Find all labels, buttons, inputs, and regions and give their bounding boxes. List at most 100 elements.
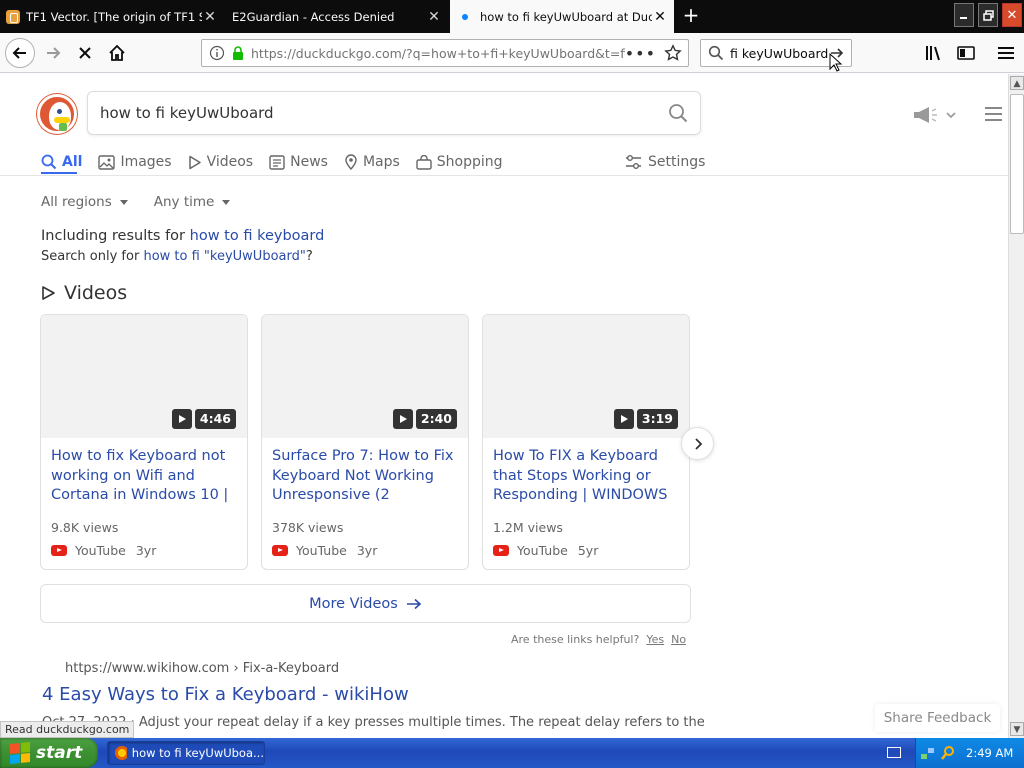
tab-title: how to fi keyUwUboard at DuckDu <box>480 9 652 24</box>
share-feedback-button[interactable]: Share Feedback <box>875 704 1000 732</box>
scroll-thumb[interactable] <box>1010 94 1024 234</box>
arrow-right-icon <box>406 598 422 610</box>
start-button[interactable]: start <box>0 738 98 768</box>
app-menu-button[interactable] <box>995 42 1017 64</box>
video-thumbnail[interactable]: 2:40 <box>262 315 468 438</box>
chevron-right-icon <box>694 437 702 450</box>
videos-section-heading[interactable]: Videos <box>41 282 127 304</box>
new-tab-button[interactable]: + <box>680 4 702 28</box>
url-bar[interactable]: https://duckduckgo.com/?q=how+to+fi+keyU… <box>201 39 689 67</box>
serp-search-input[interactable]: how to fi keyUwUboard <box>100 104 274 122</box>
video-title-link[interactable]: Surface Pro 7: How to Fix Keyboard Not W… <box>272 447 462 506</box>
tab-title: TF1 Vector. [The origin of TF1 She <box>26 9 202 24</box>
restore-button[interactable] <box>978 3 998 27</box>
hamburger-menu-icon <box>998 47 1014 59</box>
tab-maps[interactable]: Maps <box>344 149 400 175</box>
keyboard-icon[interactable] <box>887 747 901 758</box>
settings-button[interactable]: Settings <box>625 149 705 175</box>
close-tab-icon[interactable]: ✕ <box>652 9 668 25</box>
video-thumbnail[interactable]: 3:19 <box>483 315 689 438</box>
video-views: 9.8K views <box>51 520 119 535</box>
flag-green <box>20 741 30 753</box>
minimize-button[interactable] <box>954 3 974 27</box>
more-videos-label: More Videos <box>309 595 398 612</box>
region-filter-dropdown[interactable]: All regions <box>41 194 128 210</box>
time-filter-dropdown[interactable]: Any time <box>154 194 231 210</box>
tab-shopping[interactable]: Shopping <box>416 149 503 175</box>
duckduckgo-logo[interactable] <box>37 94 77 134</box>
browser-search-input[interactable]: fi keyUwUboard <box>730 46 829 61</box>
tab-label: Maps <box>362 154 400 170</box>
video-thumbnail[interactable]: 4:46 <box>41 315 247 438</box>
video-source-name: YouTube <box>296 543 347 558</box>
announcements-menu[interactable] <box>912 106 956 124</box>
bookmark-star-icon[interactable] <box>664 44 682 62</box>
active-tab-indicator <box>41 172 77 174</box>
sidebar-icon <box>957 46 975 60</box>
sidebar-toggle-button[interactable] <box>955 42 977 64</box>
spelling-correction-notice: Including results for how to fi keyboard <box>41 228 324 244</box>
helpful-yes-link[interactable]: Yes <box>646 633 664 646</box>
videos-heading-label: Videos <box>64 282 128 304</box>
video-age: 5yr <box>577 543 599 558</box>
back-button[interactable] <box>5 38 35 68</box>
video-card[interactable]: 3:19 How To FIX a Keyboard that Stops Wo… <box>482 314 690 570</box>
browser-tab-tf1[interactable]: TF1 Vector. [The origin of TF1 She ✕ <box>0 0 224 33</box>
browser-tab-e2guardian[interactable]: E2Guardian - Access Denied ✕ <box>226 0 448 33</box>
forward-button[interactable] <box>38 38 68 68</box>
video-title-link[interactable]: How To FIX a Keyboard that Stops Working… <box>493 447 683 506</box>
info-icon[interactable] <box>209 45 225 61</box>
close-tab-icon[interactable]: ✕ <box>426 9 442 25</box>
close-icon <box>79 47 91 59</box>
vertical-scrollbar[interactable]: ▲ ▼ <box>1008 74 1024 738</box>
video-views: 1.2M views <box>493 520 563 535</box>
more-videos-button[interactable]: More Videos <box>40 584 691 623</box>
video-card[interactable]: 4:46 How to fix Keyboard not working on … <box>40 314 248 570</box>
home-button[interactable] <box>102 38 132 68</box>
browser-tab-duckduckgo[interactable]: how to fi keyUwUboard at DuckDu ✕ <box>450 0 674 33</box>
network-icon[interactable] <box>920 745 936 761</box>
video-duration-badge: 3:19 <box>613 409 678 429</box>
start-label: start <box>36 743 83 763</box>
logo-duck-eye <box>57 109 62 114</box>
original-query-link[interactable]: how to fi "keyUwUboard" <box>143 249 305 264</box>
search-only-prefix: Search only for <box>41 249 140 264</box>
url-text[interactable]: https://duckduckgo.com/?q=how+to+fi+keyU… <box>251 46 625 61</box>
menu-bar <box>985 113 1002 115</box>
tab-news[interactable]: News <box>269 149 328 175</box>
library-button[interactable] <box>923 42 945 64</box>
result-title-link[interactable]: 4 Easy Ways to Fix a Keyboard - wikiHow <box>42 684 409 705</box>
settings-label: Settings <box>648 154 706 170</box>
video-card[interactable]: 2:40 Surface Pro 7: How to Fix Keyboard … <box>261 314 469 570</box>
tab-images[interactable]: Images <box>98 149 172 175</box>
stop-button[interactable] <box>70 38 100 68</box>
video-source: YouTube 3yr <box>272 543 377 558</box>
lock-icon[interactable] <box>231 45 245 61</box>
scroll-up-arrow-icon[interactable]: ▲ <box>1010 76 1024 90</box>
video-age: 3yr <box>135 543 157 558</box>
close-tab-icon[interactable]: ✕ <box>202 9 218 25</box>
tab-label: Videos <box>206 154 254 170</box>
scroll-down-arrow-icon[interactable]: ▼ <box>1010 722 1024 736</box>
news-icon <box>269 154 285 170</box>
chevron-down-icon <box>946 112 956 119</box>
page-actions-icon[interactable]: ••• <box>625 44 656 63</box>
video-source: YouTube 3yr <box>51 543 156 558</box>
taskbar-clock[interactable]: 2:49 AM <box>966 746 1013 760</box>
search-icon[interactable] <box>668 103 688 123</box>
video-title-link[interactable]: How to fix Keyboard not working on Wifi … <box>51 447 241 506</box>
search-only-notice: Search only for how to fi "keyUwUboard"? <box>41 249 313 264</box>
serp-search-box[interactable]: how to fi keyUwUboard <box>87 91 701 135</box>
helpful-question: Are these links helpful? <box>511 633 640 646</box>
result-url[interactable]: https://www.wikihow.com › Fix-a-Keyboard <box>65 661 339 676</box>
corrected-query-link[interactable]: how to fi keyboard <box>190 228 325 244</box>
tab-label: News <box>290 154 328 170</box>
taskbar-item-firefox[interactable]: how to fi keyUwUboa... <box>107 741 265 765</box>
search-icon[interactable] <box>940 745 956 761</box>
serp-menu-button[interactable] <box>985 107 1002 121</box>
videos-next-button[interactable] <box>681 427 714 460</box>
shopping-bag-icon <box>416 154 432 170</box>
window-close-button[interactable]: ✕ <box>1002 3 1022 27</box>
helpful-no-link[interactable]: No <box>671 633 686 646</box>
tab-videos[interactable]: Videos <box>188 149 254 175</box>
